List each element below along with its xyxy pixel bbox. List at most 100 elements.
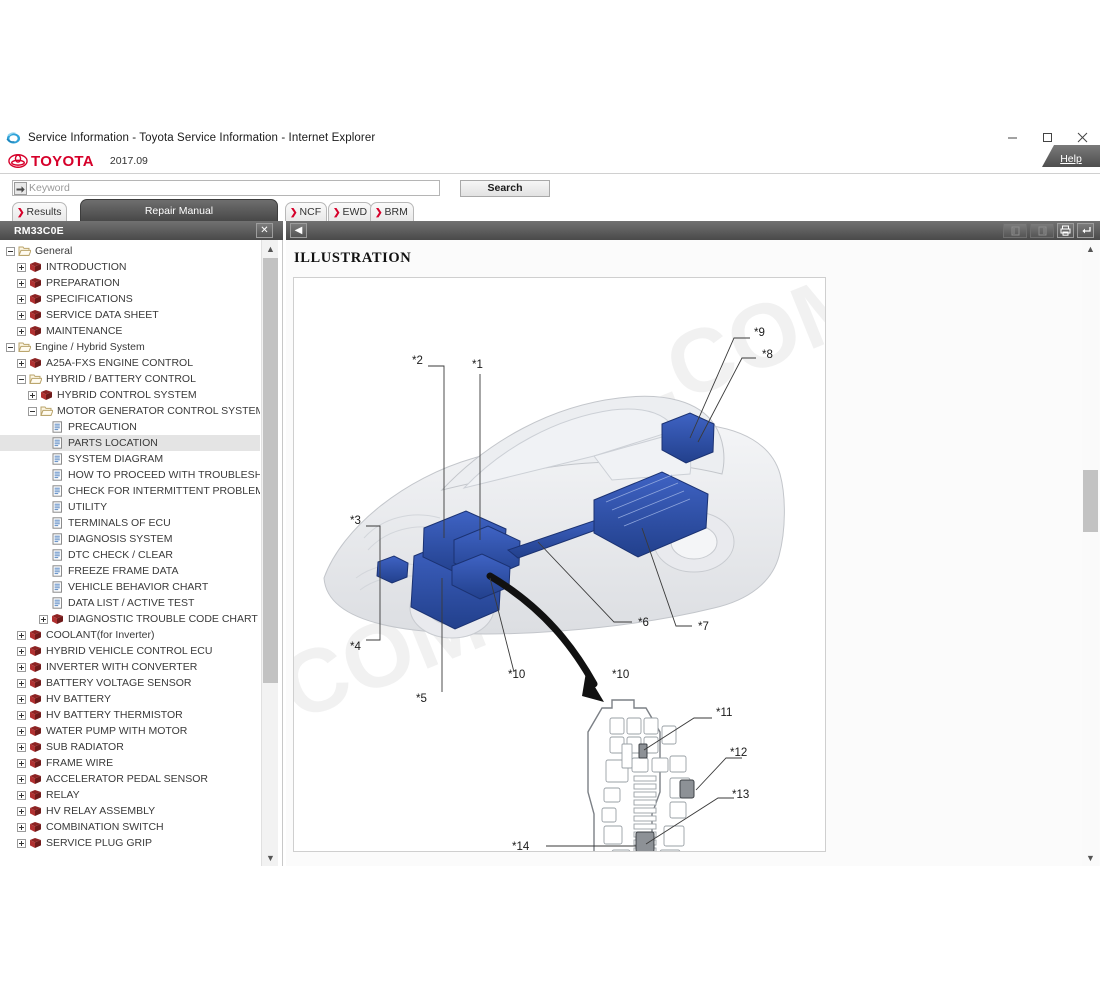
tree-item-diagnosis-system[interactable]: DIAGNOSIS SYSTEM <box>0 531 260 547</box>
tree-item-hv-battery[interactable]: HV BATTERY <box>0 691 260 707</box>
tree-item-parts-location[interactable]: PARTS LOCATION <box>0 435 260 451</box>
tree-item-vehicle-behavior-chart[interactable]: VEHICLE BEHAVIOR CHART <box>0 579 260 595</box>
expand-icon[interactable] <box>17 278 26 288</box>
collapse-tree-button[interactable]: ◀ <box>290 223 307 238</box>
tree-item-sub-radiator[interactable]: SUB RADIATOR <box>0 739 260 755</box>
expand-icon[interactable] <box>17 694 26 704</box>
manual-code-label: RM33C0E <box>14 224 64 237</box>
tree-item-utility[interactable]: UTILITY <box>0 499 260 515</box>
help-button[interactable]: Help <box>1042 145 1100 167</box>
toyota-emblem-icon <box>8 154 28 168</box>
tree-item-coolant-for-inverter[interactable]: COOLANT(for Inverter) <box>0 627 260 643</box>
tree-item-preparation[interactable]: PREPARATION <box>0 275 260 291</box>
page-icon <box>52 565 62 577</box>
tree-item-system-diagram[interactable]: SYSTEM DIAGRAM <box>0 451 260 467</box>
print-icon[interactable] <box>1057 223 1074 238</box>
tree-item-diagnostic-trouble-code-chart[interactable]: DIAGNOSTIC TROUBLE CODE CHART <box>0 611 260 627</box>
tab-results-label: Results <box>26 206 62 218</box>
tree-item-introduction[interactable]: INTRODUCTION <box>0 259 260 275</box>
tree-item-how-to-proceed-with-troubleshooting[interactable]: HOW TO PROCEED WITH TROUBLESHOOTING <box>0 467 260 483</box>
expand-icon[interactable] <box>17 678 26 688</box>
tree-item-freeze-frame-data[interactable]: FREEZE FRAME DATA <box>0 563 260 579</box>
tree-item-service-plug-grip[interactable]: SERVICE PLUG GRIP <box>0 835 260 851</box>
tree-item-dtc-check-clear[interactable]: DTC CHECK / CLEAR <box>0 547 260 563</box>
document-scrollbar[interactable]: ▲ ▼ <box>1082 240 1099 866</box>
collapse-icon[interactable] <box>17 374 26 384</box>
tree-item-battery-voltage-sensor[interactable]: BATTERY VOLTAGE SENSOR <box>0 675 260 691</box>
minimize-button[interactable] <box>995 126 1030 149</box>
callout-1: *1 <box>472 359 483 371</box>
tree-item-check-for-intermittent-problems[interactable]: CHECK FOR INTERMITTENT PROBLEMS <box>0 483 260 499</box>
tab-brm[interactable]: ❯ BRM <box>370 202 414 221</box>
tab-repair-manual[interactable]: Repair Manual <box>80 199 278 221</box>
tab-ewd[interactable]: ❯ EWD <box>328 202 372 221</box>
tree-item-water-pump-with-motor[interactable]: WATER PUMP WITH MOTOR <box>0 723 260 739</box>
expand-icon[interactable] <box>17 822 26 832</box>
expand-icon[interactable] <box>17 630 26 640</box>
tree-item-hybrid-control-system[interactable]: HYBRID CONTROL SYSTEM <box>0 387 260 403</box>
tree-item-combination-switch[interactable]: COMBINATION SWITCH <box>0 819 260 835</box>
tree-item-hv-battery-thermistor[interactable]: HV BATTERY THERMISTOR <box>0 707 260 723</box>
expand-icon[interactable] <box>17 758 26 768</box>
prev-page-button[interactable] <box>1003 223 1027 238</box>
tree-item-hybrid-vehicle-control-ecu[interactable]: HYBRID VEHICLE CONTROL ECU <box>0 643 260 659</box>
tab-ncf[interactable]: ❯ NCF <box>285 202 327 221</box>
internet-explorer-icon <box>6 132 21 144</box>
tab-results[interactable]: ❯ Results <box>12 202 67 221</box>
expand-icon[interactable] <box>17 662 26 672</box>
tree-scrollbar[interactable]: ▲ ▼ <box>261 240 278 866</box>
expand-icon[interactable] <box>17 742 26 752</box>
tree-item-general[interactable]: General <box>0 243 260 259</box>
expand-icon[interactable] <box>17 710 26 720</box>
expand-icon[interactable] <box>17 294 26 304</box>
return-icon[interactable] <box>1077 223 1094 238</box>
collapse-icon[interactable] <box>28 406 37 416</box>
book-icon <box>30 726 41 736</box>
tree-item-inverter-with-converter[interactable]: INVERTER WITH CONVERTER <box>0 659 260 675</box>
search-input[interactable] <box>29 181 439 195</box>
doc-scroll-down-icon[interactable]: ▼ <box>1082 849 1099 866</box>
expand-icon[interactable] <box>17 326 26 336</box>
tree-item-a25a-fxs-engine-control[interactable]: A25A-FXS ENGINE CONTROL <box>0 355 260 371</box>
expand-icon[interactable] <box>17 790 26 800</box>
doc-scroll-thumb[interactable] <box>1083 470 1098 532</box>
expand-icon[interactable] <box>17 262 26 272</box>
tree-item-hybrid-battery-control[interactable]: HYBRID / BATTERY CONTROL <box>0 371 260 387</box>
tree-item-terminals-of-ecu[interactable]: TERMINALS OF ECU <box>0 515 260 531</box>
expand-icon[interactable] <box>17 726 26 736</box>
collapse-icon[interactable] <box>6 342 15 352</box>
expand-icon[interactable] <box>17 310 26 320</box>
tree-item-precaution[interactable]: PRECAUTION <box>0 419 260 435</box>
tree-item-frame-wire[interactable]: FRAME WIRE <box>0 755 260 771</box>
book-icon <box>30 262 41 272</box>
search-button[interactable]: Search <box>460 179 550 197</box>
expand-icon[interactable] <box>17 838 26 848</box>
tree-item-specifications[interactable]: SPECIFICATIONS <box>0 291 260 307</box>
keyword-field-wrapper[interactable] <box>12 180 440 196</box>
expand-icon[interactable] <box>17 358 26 368</box>
tree-item-engine-hybrid-system[interactable]: Engine / Hybrid System <box>0 339 260 355</box>
tree-item-hv-relay-assembly[interactable]: HV RELAY ASSEMBLY <box>0 803 260 819</box>
callout-2: *2 <box>412 355 423 367</box>
tree-item-data-list-active-test[interactable]: DATA LIST / ACTIVE TEST <box>0 595 260 611</box>
expand-icon[interactable] <box>17 774 26 784</box>
tree-item-motor-generator-control-system[interactable]: MOTOR GENERATOR CONTROL SYSTEM <box>0 403 260 419</box>
tree-item-service-data-sheet[interactable]: SERVICE DATA SHEET <box>0 307 260 323</box>
tree-scroll-down-icon[interactable]: ▼ <box>262 849 279 866</box>
main-tab-strip: ❯ Results Repair Manual ❯ NCF ❯ EWD ❯ BR… <box>0 199 1100 221</box>
doc-scroll-up-icon[interactable]: ▲ <box>1082 240 1099 257</box>
tree-item-label: HYBRID / BATTERY CONTROL <box>46 373 196 385</box>
next-page-button[interactable] <box>1030 223 1054 238</box>
tree-scroll-thumb[interactable] <box>263 258 278 683</box>
close-manual-button[interactable]: ✕ <box>256 223 273 238</box>
tree-item-relay[interactable]: RELAY <box>0 787 260 803</box>
expand-icon[interactable] <box>28 390 37 400</box>
expand-icon[interactable] <box>17 806 26 816</box>
collapse-icon[interactable] <box>6 246 15 256</box>
expand-icon[interactable] <box>39 614 48 624</box>
tree-item-accelerator-pedal-sensor[interactable]: ACCELERATOR PEDAL SENSOR <box>0 771 260 787</box>
tree-item-maintenance[interactable]: MAINTENANCE <box>0 323 260 339</box>
tree-scroll-up-icon[interactable]: ▲ <box>262 240 279 257</box>
expand-icon[interactable] <box>17 646 26 656</box>
